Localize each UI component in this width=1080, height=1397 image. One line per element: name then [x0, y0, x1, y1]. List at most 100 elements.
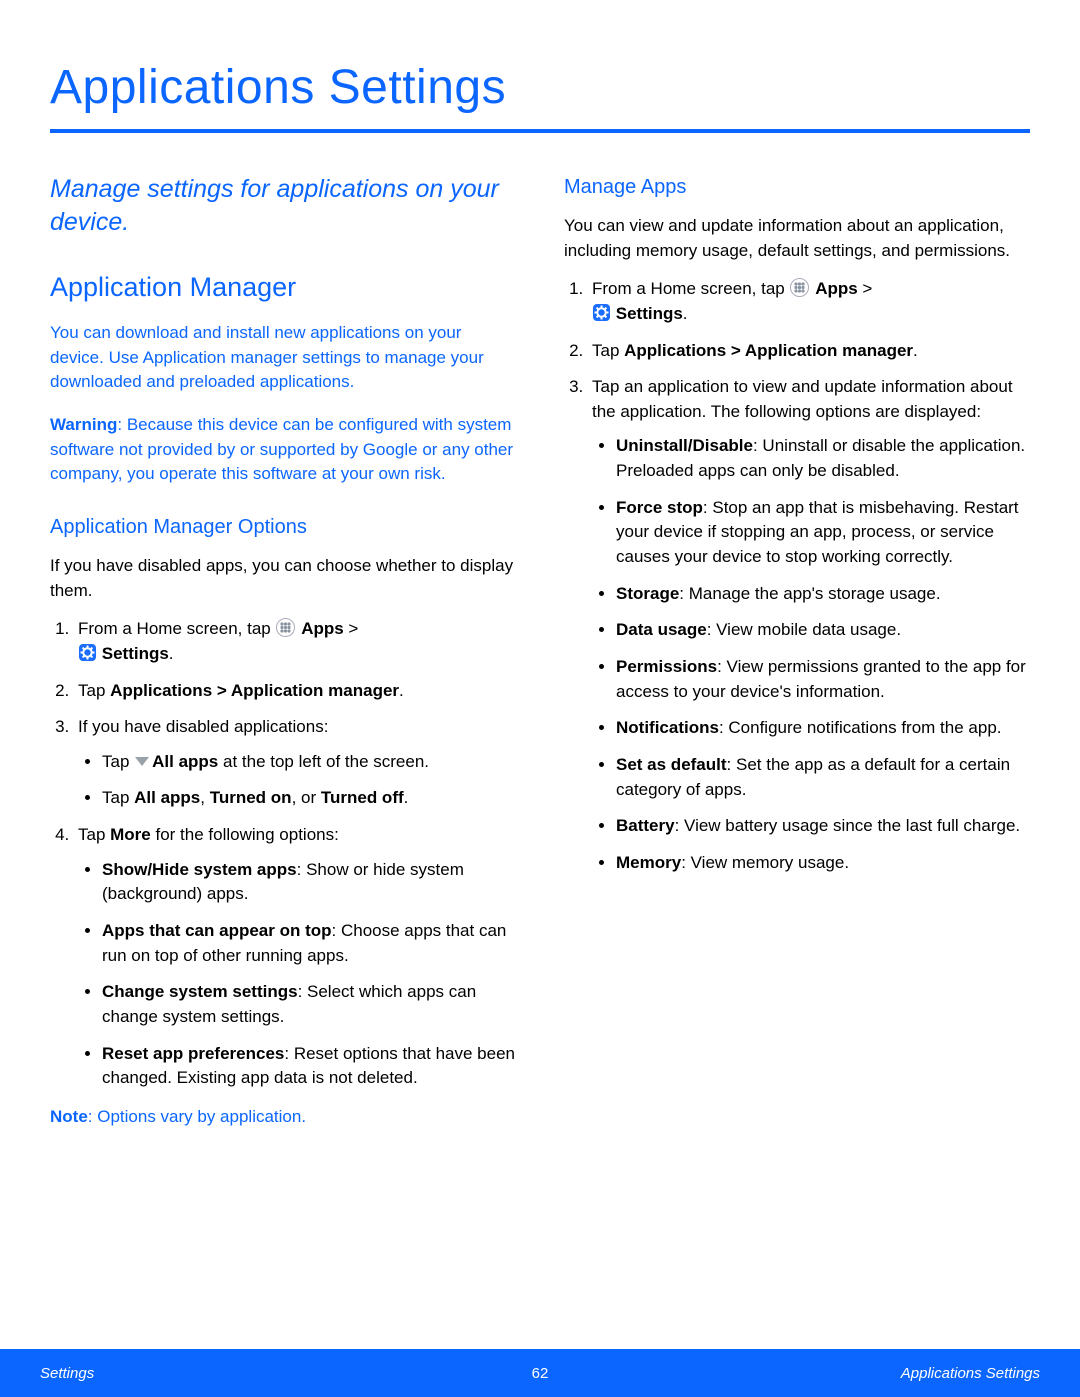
list-item: Set as default: Set the app as a default… — [616, 753, 1030, 802]
list-item: Memory: View memory usage. — [616, 851, 1030, 876]
list-item: Uninstall/Disable: Uninstall or disable … — [616, 434, 1030, 483]
step1-pre: From a Home screen, tap — [592, 279, 789, 298]
left-column: Manage settings for applications on your… — [50, 173, 516, 1130]
apps-label: Apps — [815, 279, 858, 298]
opt-label: Permissions — [616, 657, 717, 676]
step3-text: If you have disabled applications: — [78, 717, 328, 736]
list-item: Apps that can appear on top: Choose apps… — [102, 919, 516, 968]
apps-icon — [790, 278, 809, 297]
opt-label: Reset app preferences — [102, 1044, 284, 1063]
step3-text: Tap an application to view and update in… — [592, 377, 1013, 421]
step3a-post: at the top left of the screen. — [218, 752, 429, 771]
step1-pre: From a Home screen, tap — [78, 619, 275, 638]
appmgr-options-intro: If you have disabled apps, you can choos… — [50, 554, 516, 603]
opt-text: : Configure notifications from the app. — [719, 718, 1002, 737]
sep: , — [200, 788, 209, 807]
opt-label: Change system settings — [102, 982, 298, 1001]
step4-post: for the following options: — [151, 825, 339, 844]
manage-apps-steps: From a Home screen, tap Apps > Settings.… — [564, 277, 1030, 875]
list-item: Show/Hide system apps: Show or hide syst… — [102, 858, 516, 907]
note-para: Note: Options vary by application. — [50, 1105, 516, 1130]
apps-icon — [276, 618, 295, 637]
list-item: Tap More for the following options: Show… — [74, 823, 516, 1091]
step3a-pre: Tap — [102, 752, 134, 771]
step3-bullets: Tap All apps at the top left of the scre… — [78, 750, 516, 811]
columns: Manage settings for applications on your… — [50, 173, 1030, 1130]
title-divider — [50, 129, 1030, 133]
period: . — [404, 788, 409, 807]
opt-text: : View mobile data usage. — [707, 620, 901, 639]
list-item: From a Home screen, tap Apps > Settings. — [588, 277, 1030, 326]
opt-label: Battery — [616, 816, 675, 835]
note-label: Note — [50, 1107, 88, 1126]
list-item: Tap Applications > Application manager. — [74, 679, 516, 704]
step3b-b2: Turned on — [210, 788, 292, 807]
step2-bold: Applications > Application manager — [110, 681, 399, 700]
dropdown-triangle-icon — [135, 757, 149, 766]
opt-label: Data usage — [616, 620, 707, 639]
settings-label: Settings — [616, 304, 683, 323]
list-item: If you have disabled applications: Tap A… — [74, 715, 516, 811]
footer-page-number: 62 — [532, 1365, 549, 1382]
list-item: Reset app preferences: Reset options tha… — [102, 1042, 516, 1091]
footer-right: Applications Settings — [901, 1365, 1040, 1382]
page-intro: Manage settings for applications on your… — [50, 173, 516, 238]
step4-bold: More — [110, 825, 151, 844]
list-item: Change system settings: Select which app… — [102, 980, 516, 1029]
step4-pre: Tap — [78, 825, 110, 844]
settings-label: Settings — [102, 644, 169, 663]
sep: , or — [292, 788, 321, 807]
footer-left: Settings — [40, 1365, 94, 1382]
gear-icon — [593, 304, 610, 321]
list-item: Permissions: View permissions granted to… — [616, 655, 1030, 704]
list-item: Data usage: View mobile data usage. — [616, 618, 1030, 643]
step3b-b1: All apps — [134, 788, 200, 807]
list-item: Force stop: Stop an app that is misbehav… — [616, 496, 1030, 570]
heading-appmgr-options: Application Manager Options — [50, 513, 516, 542]
opt-label: Apps that can appear on top — [102, 921, 332, 940]
list-item: Tap an application to view and update in… — [588, 375, 1030, 875]
warning-label: Warning — [50, 415, 117, 434]
opt-label: Uninstall/Disable — [616, 436, 753, 455]
period: . — [683, 304, 688, 323]
gt: > — [858, 279, 873, 298]
heading-application-manager: Application Manager — [50, 268, 516, 307]
page-footer: Settings 62 Applications Settings — [0, 1349, 1080, 1397]
opt-label: Set as default — [616, 755, 727, 774]
opt-label: Show/Hide system apps — [102, 860, 297, 879]
note-text: : Options vary by application. — [88, 1107, 306, 1126]
gt: > — [344, 619, 359, 638]
list-item: Tap All apps at the top left of the scre… — [102, 750, 516, 775]
opt-label: Memory — [616, 853, 681, 872]
appmgr-steps: From a Home screen, tap Apps > Settings.… — [50, 617, 516, 1091]
opt-text: : Manage the app's storage usage. — [679, 584, 940, 603]
opt-label: Notifications — [616, 718, 719, 737]
list-item: Notifications: Configure notifications f… — [616, 716, 1030, 741]
opt-text: : View battery usage since the last full… — [675, 816, 1021, 835]
warning-text: : Because this device can be configured … — [50, 415, 513, 483]
list-item: From a Home screen, tap Apps > Settings. — [74, 617, 516, 666]
opt-label: Force stop — [616, 498, 703, 517]
heading-manage-apps: Manage Apps — [564, 173, 1030, 202]
apps-label: Apps — [301, 619, 344, 638]
step3a-bold: All apps — [152, 752, 218, 771]
period: . — [169, 644, 174, 663]
step2-pre: Tap — [592, 341, 624, 360]
list-item: Battery: View battery usage since the la… — [616, 814, 1030, 839]
appmgr-warning-para: Warning: Because this device can be conf… — [50, 413, 516, 487]
step2-pre: Tap — [78, 681, 110, 700]
page-title: Applications Settings — [50, 60, 1030, 115]
list-item: Tap All apps, Turned on, or Turned off. — [102, 786, 516, 811]
step3b-pre: Tap — [102, 788, 134, 807]
step4-bullets: Show/Hide system apps: Show or hide syst… — [78, 858, 516, 1091]
opt-label: Storage — [616, 584, 679, 603]
right-column: Manage Apps You can view and update info… — [564, 173, 1030, 1130]
list-item: Storage: Manage the app's storage usage. — [616, 582, 1030, 607]
step3b-b3: Turned off — [321, 788, 404, 807]
period: . — [913, 341, 918, 360]
appmgr-intro-para: You can download and install new applica… — [50, 321, 516, 395]
period: . — [399, 681, 404, 700]
gear-icon — [79, 644, 96, 661]
list-item: Tap Applications > Application manager. — [588, 339, 1030, 364]
app-options-bullets: Uninstall/Disable: Uninstall or disable … — [592, 434, 1030, 875]
